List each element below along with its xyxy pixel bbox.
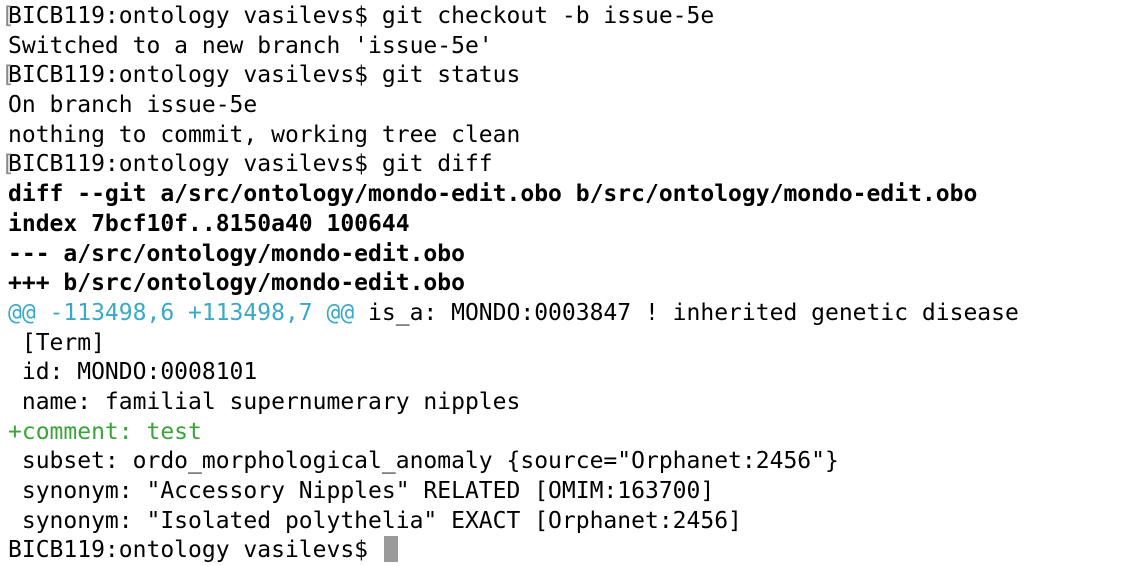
diff-context-line: [Term] xyxy=(8,329,1019,359)
diff-context-line: synonym: "Accessory Nipples" RELATED [OM… xyxy=(8,477,1019,507)
terminal-line: nothing to commit, working tree clean xyxy=(8,121,1019,151)
hunk-header: @@ -113498,6 +113498,7 @@ xyxy=(8,299,355,326)
diff-added-text: +comment: test xyxy=(8,418,202,445)
command-output: nothing to commit, working tree clean xyxy=(8,121,521,148)
command-text: git status xyxy=(381,62,521,89)
shell-prompt: BICB119:ontology vasilevs$ xyxy=(8,537,382,564)
diff-header-text: index 7bcf10f..8150a40 100644 xyxy=(8,210,410,237)
terminal-output: [BICB119:ontology vasilevs$ git checkout… xyxy=(1,2,1019,566)
hunk-context: is_a: MONDO:0003847 ! inherited genetic … xyxy=(354,299,1019,326)
diff-context-line: subset: ordo_morphological_anomaly {sour… xyxy=(8,447,1019,477)
diff-context-text: subset: ordo_morphological_anomaly {sour… xyxy=(8,448,839,475)
line-marker: [ xyxy=(1,62,15,89)
diff-context-line: name: familial supernumerary nipples xyxy=(8,388,1019,418)
terminal-line: [BICB119:ontology vasilevs$ git diff xyxy=(1,150,1019,180)
diff-context-text: id: MONDO:0008101 xyxy=(8,359,258,386)
command-output: Switched to a new branch 'issue-5e' xyxy=(8,32,493,59)
diff-header-line: index 7bcf10f..8150a40 100644 xyxy=(8,210,1019,240)
shell-prompt: BICB119:ontology vasilevs$ xyxy=(8,3,382,29)
diff-header-line: --- a/src/ontology/mondo-edit.obo xyxy=(8,240,1019,270)
command-output: On branch issue-5e xyxy=(8,92,258,119)
diff-context-text: [Term] xyxy=(8,329,105,356)
terminal-line: [BICB119:ontology vasilevs$ git checkout… xyxy=(1,2,1019,32)
diff-context-line: synonym: "Isolated polythelia" EXACT [Or… xyxy=(8,507,1019,537)
diff-header-line: diff --git a/src/ontology/mondo-edit.obo… xyxy=(8,180,1019,210)
text-cursor xyxy=(383,536,398,563)
diff-header-text: diff --git a/src/ontology/mondo-edit.obo… xyxy=(8,181,978,208)
diff-header-line: +++ b/src/ontology/mondo-edit.obo xyxy=(8,269,1019,299)
diff-added-line: +comment: test xyxy=(8,418,1019,448)
command-text: git checkout -b issue-5e xyxy=(381,3,715,29)
terminal-line: Switched to a new branch 'issue-5e' xyxy=(8,32,1019,62)
diff-context-text: synonym: "Isolated polythelia" EXACT [Or… xyxy=(8,507,742,534)
line-marker: [ xyxy=(1,3,15,29)
terminal-input-line[interactable]: BICB119:ontology vasilevs$ xyxy=(8,536,1019,566)
terminal-line: [BICB119:ontology vasilevs$ git status xyxy=(1,61,1019,91)
shell-prompt: BICB119:ontology vasilevs$ xyxy=(8,151,382,178)
diff-context-text: synonym: "Accessory Nipples" RELATED [OM… xyxy=(8,478,715,504)
diff-context-line: id: MONDO:0008101 xyxy=(8,358,1019,388)
diff-hunk-line: @@ -113498,6 +113498,7 @@ is_a: MONDO:00… xyxy=(8,299,1019,329)
diff-header-text: --- a/src/ontology/mondo-edit.obo xyxy=(8,240,465,267)
line-marker: [ xyxy=(1,151,15,178)
shell-prompt: BICB119:ontology vasilevs$ xyxy=(8,62,382,89)
terminal-line: On branch issue-5e xyxy=(8,91,1019,121)
diff-context-text: name: familial supernumerary nipples xyxy=(8,388,521,415)
command-text: git diff xyxy=(381,151,493,178)
terminal-window[interactable]: [BICB119:ontology vasilevs$ git checkout… xyxy=(0,0,1135,564)
diff-header-text: +++ b/src/ontology/mondo-edit.obo xyxy=(8,270,465,297)
